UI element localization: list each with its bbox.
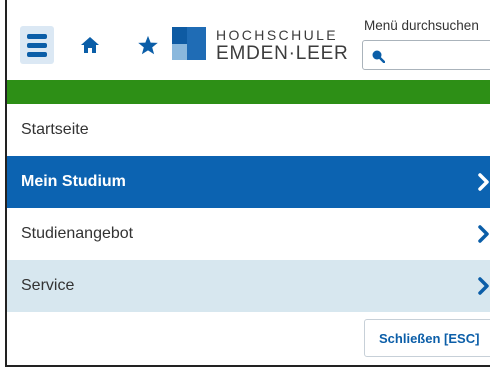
menu-footer: Schließen [ESC] [7, 310, 490, 365]
nav-item-label: Mein Studium [21, 173, 126, 190]
chevron-right-icon[interactable] [478, 277, 490, 295]
chevron-right-icon[interactable] [478, 173, 490, 191]
logo-wordmark: HOCHSCHULE EMDEN·LEER [216, 27, 349, 63]
hamburger-menu-button[interactable] [20, 26, 54, 64]
hamburger-menu-icon-bar [27, 33, 47, 39]
logo-mark [172, 27, 208, 63]
star-icon [138, 35, 158, 54]
nav-item-startseite[interactable]: Startseite [7, 104, 490, 156]
nav-item-label: Startseite [21, 121, 89, 138]
menu-panel: HOCHSCHULE EMDEN·LEER Menü durchsuchen S… [5, 0, 490, 367]
search-input[interactable] [362, 40, 490, 70]
nav-item-studienangebot[interactable]: Studienangebot [7, 208, 490, 260]
home-icon [81, 37, 99, 53]
chevron-right-icon[interactable] [478, 225, 490, 243]
nav-item-mein-studium[interactable]: Mein Studium [7, 156, 490, 208]
header: HOCHSCHULE EMDEN·LEER Menü durchsuchen [7, 0, 490, 80]
university-logo[interactable]: HOCHSCHULE EMDEN·LEER [172, 27, 349, 63]
search-label: Menü durchsuchen [364, 18, 479, 33]
logo-line-2: EMDEN·LEER [216, 43, 349, 64]
nav-item-label: Studienangebot [21, 225, 134, 242]
accent-bar [7, 80, 490, 104]
search-icon [372, 50, 385, 63]
favorites-button[interactable] [133, 30, 163, 60]
home-button[interactable] [75, 30, 105, 60]
main-navigation: Startseite Mein Studium Studienangebot S… [7, 104, 490, 312]
nav-item-label: Service [21, 277, 75, 294]
logo-line-1: HOCHSCHULE [216, 27, 339, 43]
hamburger-menu-icon-bar [27, 51, 47, 57]
close-menu-button[interactable]: Schließen [ESC] [364, 319, 490, 357]
nav-item-service[interactable]: Service [7, 260, 490, 312]
hamburger-menu-icon-bar [27, 42, 47, 48]
